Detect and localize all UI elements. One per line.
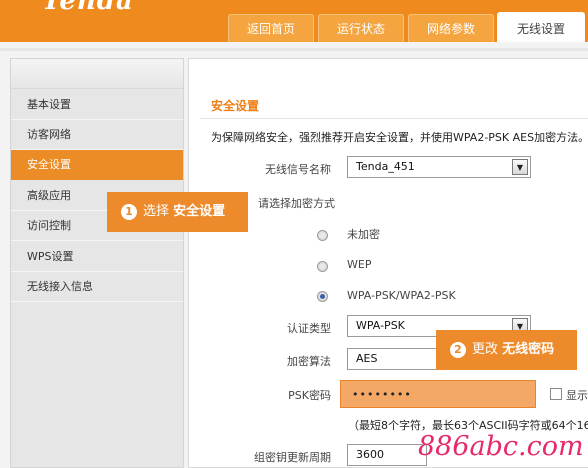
tenda-logo: Tenda (42, 0, 134, 16)
sidebar-item-clients[interactable]: 无线接入信息 (11, 272, 183, 302)
sidebar-item-guest[interactable]: 访客网络 (11, 120, 183, 150)
cipher-select[interactable]: AES (347, 348, 447, 370)
sidebar: 基本设置 访客网络 安全设置 高级应用 访问控制 WPS设置 无线接入信息 (10, 58, 184, 468)
tab-wireless[interactable]: 无线设置 (497, 12, 585, 42)
rekey-input[interactable]: 3600 (347, 444, 427, 466)
radio-wep[interactable] (317, 261, 328, 272)
site-watermark: 886abc.com (418, 431, 584, 462)
psk-password-field[interactable]: •••••••• (340, 380, 536, 408)
step-number-badge: 2 (450, 342, 466, 358)
radio-none-label: 未加密 (347, 228, 380, 241)
header-divider (0, 48, 588, 51)
ssid-label: 无线信号名称 (265, 163, 331, 176)
sidebar-header (11, 59, 183, 89)
sidebar-item-basic[interactable]: 基本设置 (11, 90, 183, 120)
tab-home[interactable]: 返回首页 (228, 14, 314, 42)
radio-none[interactable] (317, 230, 328, 241)
show-password-label: 显示 (566, 389, 588, 402)
radio-wep-label: WEP (347, 258, 372, 271)
chevron-down-icon[interactable]: ▼ (512, 159, 528, 175)
cipher-label: 加密算法 (287, 355, 331, 368)
title-divider (200, 118, 588, 119)
ssid-select[interactable]: Tenda_451 ▼ (347, 156, 531, 178)
tab-network[interactable]: 网络参数 (408, 14, 494, 42)
rekey-value: 3600 (356, 448, 384, 461)
callout-step-1: 1 选择 安全设置 (107, 192, 248, 232)
psk-password-value: •••••••• (352, 388, 412, 401)
page-title: 安全设置 (211, 99, 260, 113)
tab-status[interactable]: 运行状态 (318, 14, 404, 42)
radio-wpa-psk[interactable] (317, 291, 328, 302)
intro-text: 为保障网络安全，强烈推荐开启安全设置，并使用WPA2-PSK AES加密方法。 (211, 131, 588, 144)
callout-bold-text: 安全设置 (173, 204, 226, 219)
step-number-badge: 1 (121, 204, 137, 220)
encryption-label: 请选择加密方式 (258, 197, 335, 210)
callout-text: 选择 (143, 204, 170, 219)
ssid-value: Tenda_451 (356, 160, 415, 173)
callout-bold-text: 无线密码 (502, 342, 555, 357)
rekey-label: 组密钥更新周期 (254, 451, 331, 464)
callout-step-2: 2 更改 无线密码 (436, 330, 577, 370)
sidebar-item-security[interactable]: 安全设置 (11, 150, 183, 180)
auth-type-value: WPA-PSK (356, 319, 405, 332)
sidebar-item-wps[interactable]: WPS设置 (11, 242, 183, 272)
callout-text: 更改 (472, 342, 499, 357)
auth-type-label: 认证类型 (287, 322, 331, 335)
radio-wpa-psk-label: WPA-PSK/WPA2-PSK (347, 289, 456, 302)
cipher-value: AES (356, 352, 378, 365)
show-password-checkbox[interactable] (550, 388, 562, 400)
psk-label: PSK密码 (288, 389, 331, 402)
